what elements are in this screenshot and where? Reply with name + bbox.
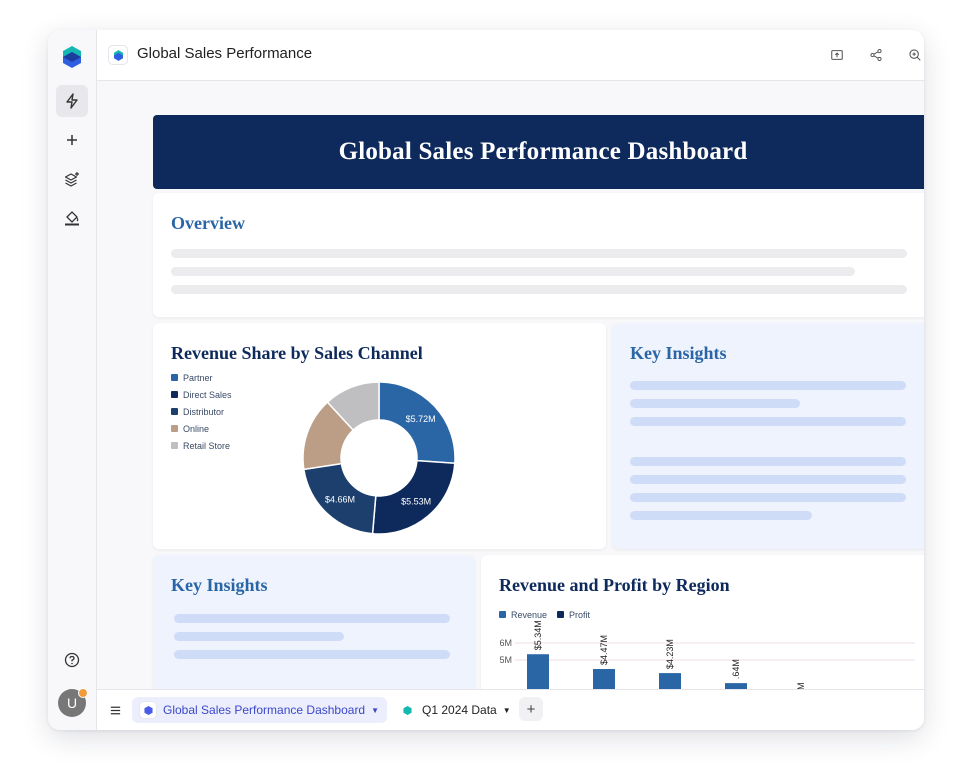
donut-data-label: $4.66M bbox=[325, 495, 355, 505]
tab-q1-2024-data[interactable]: Q1 2024 Data ▼ bbox=[391, 697, 519, 723]
sheets-menu-button[interactable] bbox=[105, 700, 125, 720]
region-chart-card: Revenue and Profit by Region Revenue Pro… bbox=[481, 555, 924, 689]
placeholder-line bbox=[171, 285, 907, 294]
add-tab-button[interactable]: + bbox=[519, 697, 543, 721]
dashboard-canvas: Global Sales Performance Dashboard Overv… bbox=[97, 81, 924, 689]
placeholder-line bbox=[630, 475, 906, 484]
chevron-down-icon: ▼ bbox=[502, 705, 511, 715]
sidebar-add-button[interactable] bbox=[56, 124, 88, 156]
revenue-bar bbox=[593, 669, 615, 689]
share-button[interactable] bbox=[866, 45, 886, 65]
sidebar-theme-button[interactable] bbox=[56, 202, 88, 234]
app-logo-icon bbox=[63, 46, 81, 68]
donut-data-label: $5.53M bbox=[401, 496, 431, 506]
sidebar: U bbox=[48, 30, 97, 730]
tab-global-sales-dashboard[interactable]: Global Sales Performance Dashboard ▼ bbox=[132, 697, 388, 723]
chevron-down-icon: ▼ bbox=[371, 705, 380, 715]
placeholder-line bbox=[630, 493, 906, 502]
y-tick-label: 6M bbox=[499, 638, 512, 648]
tab-label: Global Sales Performance Dashboard bbox=[163, 703, 366, 717]
sidebar-layers-button[interactable] bbox=[56, 163, 88, 195]
document-icon bbox=[109, 46, 127, 64]
share-icon bbox=[870, 49, 882, 61]
tab-label: Q1 2024 Data bbox=[422, 703, 497, 717]
placeholder-line bbox=[171, 249, 907, 258]
paint-bucket-icon bbox=[65, 211, 79, 226]
bar-data-label: .64M bbox=[731, 659, 741, 679]
avatar-initial: U bbox=[66, 695, 78, 711]
donut-data-label: $5.72M bbox=[406, 414, 436, 424]
y-tick-label: 5M bbox=[499, 655, 512, 665]
document-title: Global Sales Performance bbox=[137, 45, 313, 62]
data-tab-icon bbox=[399, 702, 415, 718]
sidebar-automation-button[interactable] bbox=[56, 85, 88, 117]
key-insights-title: Key Insights bbox=[630, 343, 727, 363]
dashboard-title: Global Sales Performance Dashboard bbox=[338, 138, 748, 165]
header-bar: Global Sales Performance bbox=[97, 30, 924, 81]
help-circle-icon bbox=[64, 652, 80, 668]
bar-data-label: $4.47M bbox=[599, 635, 609, 665]
placeholder-line bbox=[630, 417, 906, 426]
present-icon bbox=[831, 50, 843, 60]
bar-data-label: $4.23M bbox=[665, 639, 675, 669]
placeholder-line bbox=[174, 614, 450, 623]
dashboard-tab-icon bbox=[140, 702, 156, 718]
revenue-bar bbox=[659, 673, 681, 689]
key-insights-title: Key Insights bbox=[171, 575, 268, 595]
app-window: U Global Sales Performance Global Sales … bbox=[48, 30, 924, 730]
present-button[interactable] bbox=[827, 45, 847, 65]
placeholder-line bbox=[174, 632, 344, 641]
avatar[interactable]: U bbox=[58, 688, 88, 717]
zoom-in-button[interactable] bbox=[905, 45, 924, 65]
placeholder-line bbox=[630, 457, 906, 466]
placeholder-line bbox=[630, 381, 906, 390]
placeholder-line bbox=[174, 650, 450, 659]
revenue-donut-chart: $5.72M $5.53M $4.66M bbox=[302, 381, 456, 535]
notification-dot bbox=[78, 688, 88, 698]
lightning-icon bbox=[66, 93, 78, 109]
bar-data-label: $5.34M bbox=[533, 620, 543, 650]
placeholder-line bbox=[630, 399, 800, 408]
overview-title: Overview bbox=[171, 213, 245, 233]
dashboard-banner: Global Sales Performance Dashboard bbox=[153, 115, 924, 189]
revenue-bar bbox=[527, 654, 549, 689]
zoom-in-icon bbox=[909, 49, 921, 61]
help-button[interactable] bbox=[56, 644, 88, 676]
sheet-tab-bar: Global Sales Performance Dashboard ▼ Q1 … bbox=[97, 689, 924, 730]
hamburger-icon bbox=[110, 706, 120, 714]
key-insights-card-left: Key Insights bbox=[153, 555, 475, 689]
region-bar-chart: 6M5M$5.34M $4.47M $4.23M.64MM bbox=[499, 620, 915, 689]
placeholder-line bbox=[171, 267, 855, 276]
placeholder-line bbox=[630, 511, 812, 520]
revenue-share-card: Revenue Share by Sales Channel Partner D… bbox=[153, 323, 606, 549]
overview-card: Overview bbox=[153, 193, 924, 317]
layers-add-icon bbox=[64, 172, 79, 187]
key-insights-card-right: Key Insights bbox=[612, 323, 924, 549]
plus-icon bbox=[67, 135, 77, 145]
